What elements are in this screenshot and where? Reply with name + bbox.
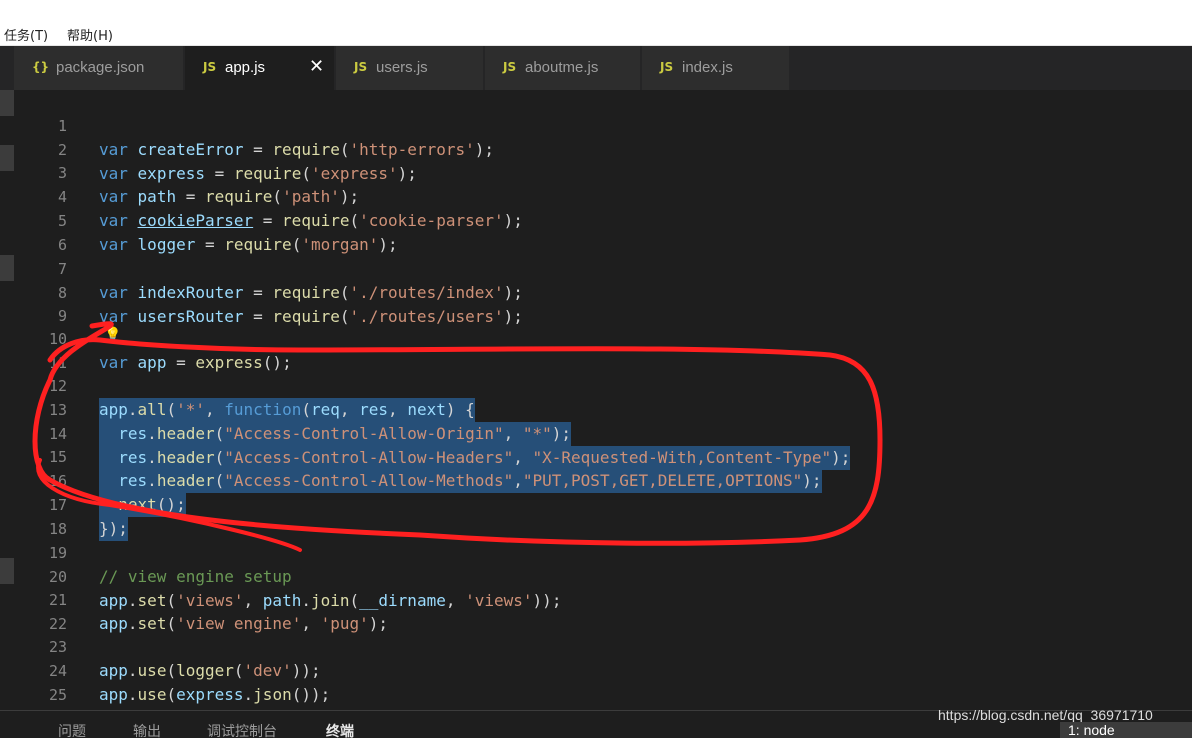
tab-app-js[interactable]: JS app.js ✕: [185, 46, 335, 90]
code-line: 26 app.use(cookieParser());: [14, 682, 1192, 738]
tab-label: app.js: [225, 59, 266, 76]
tab-label: package.json: [56, 59, 145, 76]
code-line: 23 app.use(logger('dev'));: [14, 611, 1192, 680]
gutter-marker: [0, 558, 14, 584]
watermark-text: https://blog.csdn.net/qq_36971710: [938, 707, 1153, 723]
gutter-marker: [0, 255, 14, 281]
js-file-icon: JS: [660, 60, 674, 74]
code-line: 12 app.all('*', function(req, res, next)…: [14, 350, 1192, 422]
code-line: 3 var path = require('path');: [14, 137, 1192, 206]
code-line: 9: [14, 280, 1192, 325]
code-line: 7 var indexRouter = require('./routes/in…: [14, 233, 1192, 302]
menu-bar: 任务(T) 帮助(H): [0, 22, 1192, 46]
tab-label: users.js: [376, 59, 428, 76]
code-line: 2 var express = require('express');: [14, 114, 1192, 183]
tab-index-js[interactable]: JS index.js: [642, 46, 790, 90]
tab-label: aboutme.js: [525, 59, 599, 76]
gutter-marker: [0, 90, 14, 116]
code-line: 5 var logger = require('morgan');: [14, 185, 1192, 254]
code-line: 24 app.use(express.json());: [14, 635, 1192, 704]
code-line: 4 var cookieParser = require('cookie-par…: [14, 161, 1192, 230]
terminal-select[interactable]: 1: node: [1060, 722, 1192, 738]
code-line: 1 var createError = require('http-errors…: [14, 90, 1192, 159]
code-line: 8 var usersRouter = require('./routes/us…: [14, 257, 1192, 326]
code-line: 10 var app = express();: [14, 303, 1192, 372]
code-line: 6: [14, 209, 1192, 254]
code-line: 25 app.use(express.urlencoded({ extended…: [14, 659, 1192, 728]
code-line: 14 res.header("Access-Control-Allow-Head…: [14, 398, 1192, 470]
code-line: 17 });: [14, 469, 1192, 541]
tab-output[interactable]: 输出: [133, 721, 161, 738]
code-line: 19 // view engine setup: [14, 517, 1192, 586]
code-editor[interactable]: 1 var createError = require('http-errors…: [14, 90, 1192, 738]
code-line: 16 next();: [14, 445, 1192, 517]
menu-item-tasks[interactable]: 任务(T): [4, 25, 48, 44]
tab-problems[interactable]: 问题: [58, 721, 86, 738]
js-file-icon: JS: [503, 60, 517, 74]
js-file-icon: JS: [354, 60, 368, 74]
code-line: 15 res.header("Access-Control-Allow-Meth…: [14, 421, 1192, 493]
editor-left-margin: [0, 90, 14, 710]
code-line: 11: [14, 327, 1192, 372]
window-top-strip: [0, 0, 1192, 22]
code-line: 22: [14, 588, 1192, 633]
code-line: 21 app.set('view engine', 'pug');: [14, 564, 1192, 633]
code-line: 18: [14, 493, 1192, 538]
menu-item-help[interactable]: 帮助(H): [67, 25, 113, 44]
tab-users-js[interactable]: JS users.js: [336, 46, 484, 90]
editor-tab-bar: {} package.json JS app.js ✕ JS users.js …: [0, 46, 1192, 90]
tab-debug-console[interactable]: 调试控制台: [207, 721, 277, 738]
tab-label: index.js: [682, 59, 733, 76]
code-line: 20 app.set('views', path.join(__dirname,…: [14, 541, 1192, 610]
json-file-icon: {}: [32, 60, 50, 74]
tab-terminal[interactable]: 终端: [326, 721, 354, 738]
close-icon[interactable]: ✕: [309, 56, 324, 77]
code-line: 13 res.header("Access-Control-Allow-Orig…: [14, 374, 1192, 446]
gutter-marker: [0, 145, 14, 171]
tab-aboutme-js[interactable]: JS aboutme.js: [485, 46, 641, 90]
lightbulb-icon[interactable]: 💡: [104, 327, 121, 343]
tab-package-json[interactable]: {} package.json: [14, 46, 184, 90]
js-file-icon: JS: [203, 60, 217, 74]
